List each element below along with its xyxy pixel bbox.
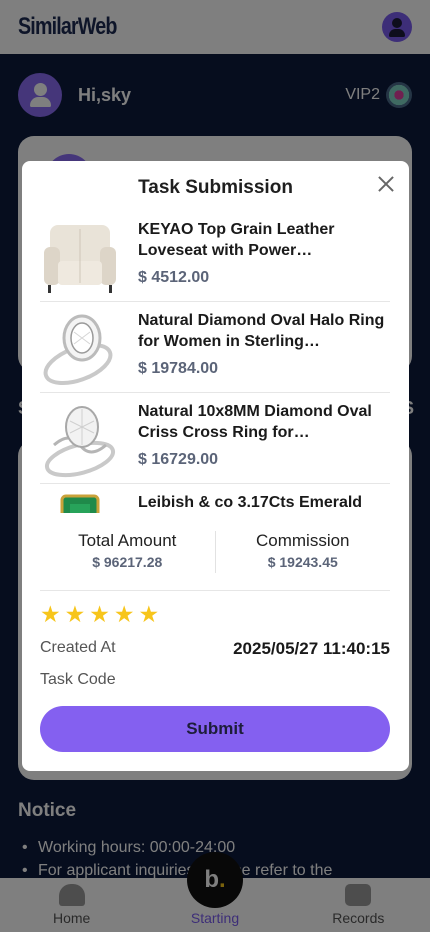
total-amount-label: Total Amount bbox=[78, 531, 177, 550]
product-name: Natural 10x8MM Diamond Oval Criss Cross … bbox=[138, 403, 372, 441]
product-item: KEYAO Top Grain Leather Loveseat with Po… bbox=[40, 211, 390, 302]
emerald-image bbox=[60, 494, 100, 513]
star-icon: ★ bbox=[89, 601, 110, 627]
close-icon[interactable] bbox=[377, 175, 395, 193]
task-code-row: Task Code bbox=[40, 671, 390, 689]
product-price: $ 4512.00 bbox=[138, 269, 210, 286]
divider bbox=[40, 590, 390, 591]
product-name: Natural Diamond Oval Halo Ring for Women… bbox=[138, 312, 385, 350]
total-amount-value: $ 96217.28 bbox=[92, 554, 163, 570]
total-amount-block: Total Amount $ 96217.28 bbox=[40, 531, 215, 573]
created-at-value: 2025/05/27 11:40:15 bbox=[233, 639, 390, 658]
commission-block: Commission $ 19243.45 bbox=[214, 531, 391, 573]
star-icon: ★ bbox=[138, 601, 160, 627]
product-name: KEYAO Top Grain Leather Loveseat with Po… bbox=[138, 221, 335, 259]
created-at-row: Created At 2025/05/27 11:40:15 bbox=[40, 639, 390, 659]
dialog-title: Task Submission bbox=[138, 177, 293, 198]
task-code-label: Task Code bbox=[40, 671, 116, 688]
submit-button[interactable]: Submit bbox=[40, 706, 390, 752]
commission-label: Commission bbox=[255, 531, 350, 550]
product-item: Natural Diamond Oval Halo Ring for Women… bbox=[40, 302, 390, 393]
product-item: Leibish & co 3.17Cts Emerald bbox=[40, 484, 390, 513]
product-price: $ 16729.00 bbox=[138, 451, 219, 468]
product-name: Leibish & co 3.17Cts Emerald bbox=[138, 494, 363, 511]
star-icon: ★ bbox=[40, 601, 61, 627]
commission-value: $ 19243.45 bbox=[267, 554, 338, 570]
star-icon: ★ bbox=[113, 601, 135, 627]
created-at-label: Created At bbox=[40, 639, 116, 656]
product-price: $ 19784.00 bbox=[138, 360, 219, 377]
criss-cross-ring-image bbox=[44, 406, 116, 478]
star-icon: ★ bbox=[64, 601, 86, 627]
rating-stars: ★ ★ ★ ★ ★ bbox=[40, 601, 159, 628]
product-list[interactable]: KEYAO Top Grain Leather Loveseat with Po… bbox=[40, 211, 390, 513]
totals-row: Total Amount $ 96217.28 Commission $ 192… bbox=[40, 531, 390, 573]
task-submission-dialog: Task Submission KEYAO Top Grain Leather … bbox=[22, 161, 409, 771]
product-item: Natural 10x8MM Diamond Oval Criss Cross … bbox=[40, 393, 390, 484]
loveseat-image bbox=[44, 225, 116, 293]
halo-ring-image bbox=[43, 314, 113, 386]
